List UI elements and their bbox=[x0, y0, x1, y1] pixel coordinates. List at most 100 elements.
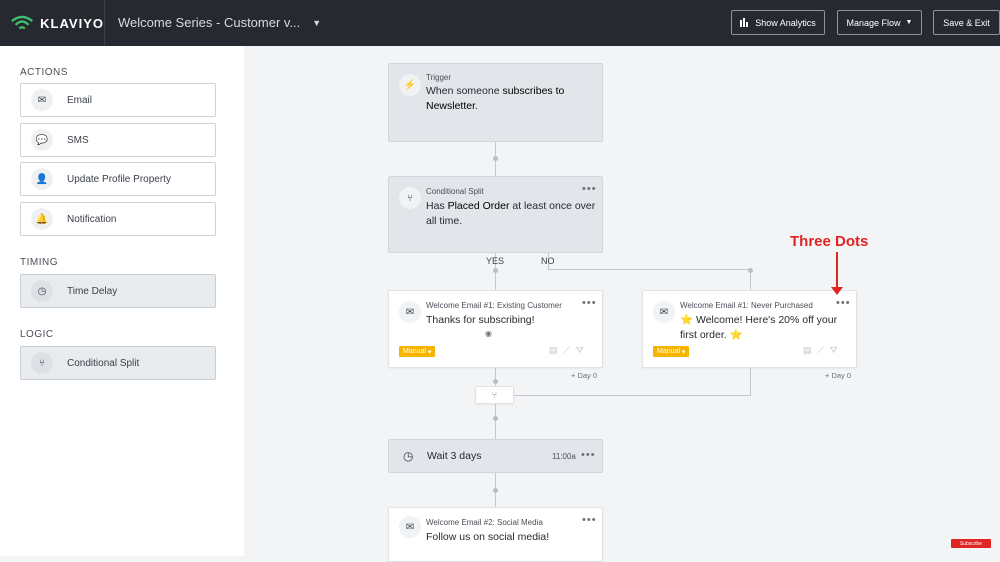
envelope-icon: ✉ bbox=[653, 301, 675, 323]
more-options-icon[interactable]: ••• bbox=[582, 183, 597, 195]
email-text-line: ⭐ Welcome! Here's 20% off your bbox=[680, 314, 838, 326]
email-text: Thanks for subscribing! bbox=[426, 314, 535, 326]
bar-chart-icon bbox=[740, 18, 749, 27]
connector-dot bbox=[493, 416, 498, 421]
timing-time-delay[interactable]: ◷ Time Delay bbox=[20, 274, 216, 308]
email-label: Welcome Email #1: Never Purchased bbox=[680, 301, 813, 310]
wait-text: Wait 3 days bbox=[427, 450, 482, 462]
split-text-part: Has bbox=[426, 200, 448, 212]
show-analytics-label: Show Analytics bbox=[755, 17, 816, 28]
connector-dot bbox=[493, 268, 498, 273]
manual-badge[interactable]: Manual ▾ bbox=[399, 346, 436, 357]
person-icon: 👤 bbox=[31, 168, 53, 190]
flow-canvas[interactable] bbox=[244, 46, 1000, 556]
analytics-icon[interactable]: ⟋ bbox=[564, 345, 570, 356]
action-sms[interactable]: 💬 SMS bbox=[20, 123, 216, 157]
wifi-logo-icon bbox=[11, 15, 34, 30]
manual-badge[interactable]: Manual ▾ bbox=[653, 346, 690, 357]
email-card-existing-customer[interactable]: ✉ Welcome Email #1: Existing Customer ••… bbox=[388, 290, 603, 368]
three-dots-annotation: Three Dots bbox=[790, 233, 869, 250]
badge-label: Manual bbox=[403, 348, 426, 355]
email-text: Follow us on social media! bbox=[426, 531, 550, 543]
split-text-part: at least once over bbox=[509, 200, 596, 212]
more-options-icon[interactable]: ••• bbox=[582, 514, 597, 526]
action-update-profile-property[interactable]: 👤 Update Profile Property bbox=[20, 162, 216, 196]
email-tools: ▤ ⟋ ⛛ bbox=[803, 345, 837, 356]
envelope-icon: ✉ bbox=[399, 516, 421, 538]
merge-icon: ⑂ bbox=[491, 390, 498, 400]
email-text: ⭐ Welcome! Here's 20% off your first orde… bbox=[680, 313, 856, 343]
filter-icon[interactable]: ⛛ bbox=[576, 345, 584, 356]
envelope-icon: ✉ bbox=[399, 301, 421, 323]
no-label: NO bbox=[541, 256, 555, 266]
yes-label: YES bbox=[486, 256, 505, 266]
save-exit-label: Save & Exit bbox=[943, 17, 990, 28]
preview-icon[interactable]: ▤ bbox=[549, 345, 558, 356]
trigger-text-part: When someone bbox=[426, 85, 503, 97]
email-text-line: first order. ⭐ bbox=[680, 329, 743, 341]
flow-title-dropdown[interactable]: Welcome Series - Customer v... ▼ bbox=[118, 15, 321, 30]
annotation-arrow bbox=[836, 252, 838, 290]
logo-text: KLAVIYO bbox=[40, 15, 104, 31]
wait-node[interactable]: ◷ Wait 3 days 11:00a ••• bbox=[388, 439, 603, 473]
more-options-icon[interactable]: ••• bbox=[582, 297, 597, 309]
connector-dot bbox=[493, 488, 498, 493]
trigger-text-part: . bbox=[475, 100, 478, 112]
filter-icon[interactable]: ⛛ bbox=[830, 345, 838, 356]
connector-dot bbox=[493, 156, 498, 161]
email-tools: ▤ ⟋ ⛛ bbox=[549, 345, 583, 356]
show-analytics-button[interactable]: Show Analytics bbox=[731, 10, 825, 35]
logic-conditional-split[interactable]: ⑂ Conditional Split bbox=[20, 346, 216, 380]
trigger-text-bold: subscribes to bbox=[502, 85, 565, 97]
connector-line bbox=[514, 395, 751, 396]
action-email[interactable]: ✉ Email bbox=[20, 83, 216, 117]
action-notification[interactable]: 🔔 Notification bbox=[20, 202, 216, 236]
flow-title: Welcome Series - Customer v... bbox=[118, 15, 301, 30]
split-text: Has Placed Order at least once over all t… bbox=[426, 199, 601, 229]
day-label: + Day 0 bbox=[571, 371, 598, 380]
trigger-text-bold: Newsletter bbox=[426, 100, 476, 112]
trigger-node[interactable]: ⚡ Trigger When someone subscribes to News… bbox=[388, 63, 603, 142]
youtube-subscribe-badge[interactable]: Subscribe bbox=[951, 539, 991, 548]
day-label: + Day 0 bbox=[825, 371, 852, 380]
action-label: SMS bbox=[67, 134, 89, 146]
preview-icon[interactable]: ▤ bbox=[803, 345, 812, 356]
split-icon: ⑂ bbox=[31, 352, 53, 374]
klaviyo-logo[interactable]: KLAVIYO bbox=[10, 0, 105, 46]
sidebar: ACTIONS ✉ Email 💬 SMS 👤 Update Profile P… bbox=[0, 46, 244, 556]
connector-line bbox=[750, 367, 751, 396]
caret-down-icon: ▼ bbox=[905, 19, 913, 26]
manage-flow-label: Manage Flow bbox=[846, 17, 901, 28]
bell-icon: 🔔 bbox=[31, 208, 53, 230]
split-text-part: all time. bbox=[426, 215, 463, 227]
email-label: Welcome Email #2: Social Media bbox=[426, 518, 543, 527]
split-text-bold: Placed Order bbox=[447, 200, 510, 212]
timing-title: TIMING bbox=[20, 257, 58, 268]
connector-dot bbox=[493, 379, 498, 384]
more-options-icon[interactable]: ••• bbox=[581, 449, 596, 461]
analytics-icon[interactable]: ⟋ bbox=[818, 345, 824, 356]
actions-title: ACTIONS bbox=[20, 67, 68, 78]
split-label: Conditional Split bbox=[426, 187, 484, 196]
clock-icon: ◷ bbox=[403, 449, 414, 463]
action-label: Update Profile Property bbox=[67, 173, 171, 185]
email-label: Welcome Email #1: Existing Customer bbox=[426, 301, 562, 310]
trigger-label: Trigger bbox=[426, 73, 452, 82]
more-options-icon[interactable]: ••• bbox=[836, 297, 851, 309]
conditional-split-node[interactable]: ⑂ Conditional Split ••• Has Placed Order… bbox=[388, 176, 603, 253]
logic-title: LOGIC bbox=[20, 329, 54, 340]
subscribe-label: Subscribe bbox=[959, 540, 983, 547]
chat-bubble-icon: 💬 bbox=[31, 129, 53, 151]
save-exit-button[interactable]: Save & Exit bbox=[933, 10, 1000, 35]
top-bar: KLAVIYO Welcome Series - Customer v... ▼… bbox=[0, 0, 1000, 46]
manage-flow-button[interactable]: Manage Flow ▼ bbox=[837, 10, 922, 35]
email-card-social-media[interactable]: ✉ Welcome Email #2: Social Media ••• Fol… bbox=[388, 507, 603, 562]
connector-dot bbox=[748, 268, 753, 273]
email-card-never-purchased[interactable]: ✉ Welcome Email #1: Never Purchased ••• … bbox=[642, 290, 857, 368]
badge-label: Manual bbox=[657, 348, 680, 355]
timing-label: Time Delay bbox=[67, 285, 118, 297]
split-icon: ⑂ bbox=[399, 187, 421, 209]
lightning-icon: ⚡ bbox=[399, 74, 421, 96]
merge-node[interactable]: ⑂ bbox=[475, 386, 514, 404]
cursor-icon: ◉ bbox=[485, 329, 492, 338]
